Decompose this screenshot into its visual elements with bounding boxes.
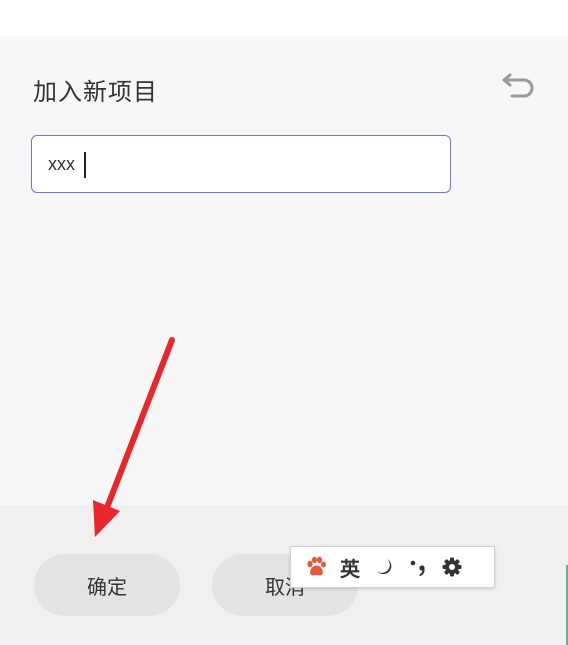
punctuation-icon: [410, 560, 425, 576]
ime-settings-button[interactable]: [435, 550, 469, 584]
undo-arrow-icon: [502, 73, 534, 98]
confirm-button[interactable]: 确定: [34, 554, 180, 616]
ime-width-toggle[interactable]: [367, 550, 401, 584]
ime-toolbar: 英: [290, 546, 495, 588]
moon-icon: [377, 559, 392, 575]
screen: 加入新项目 确定 取消 英: [0, 0, 568, 645]
gear-icon: [442, 557, 462, 577]
project-name-input[interactable]: [31, 135, 451, 193]
ime-punctuation-toggle[interactable]: [401, 550, 435, 584]
back-button[interactable]: [500, 66, 538, 102]
ime-language-label: 英: [340, 556, 360, 581]
ime-language-toggle[interactable]: 英: [333, 550, 367, 584]
dialog-title: 加入新项目: [33, 78, 158, 106]
text-caret: [84, 152, 86, 178]
ime-logo-button[interactable]: [299, 550, 333, 584]
paw-icon: [307, 556, 326, 576]
